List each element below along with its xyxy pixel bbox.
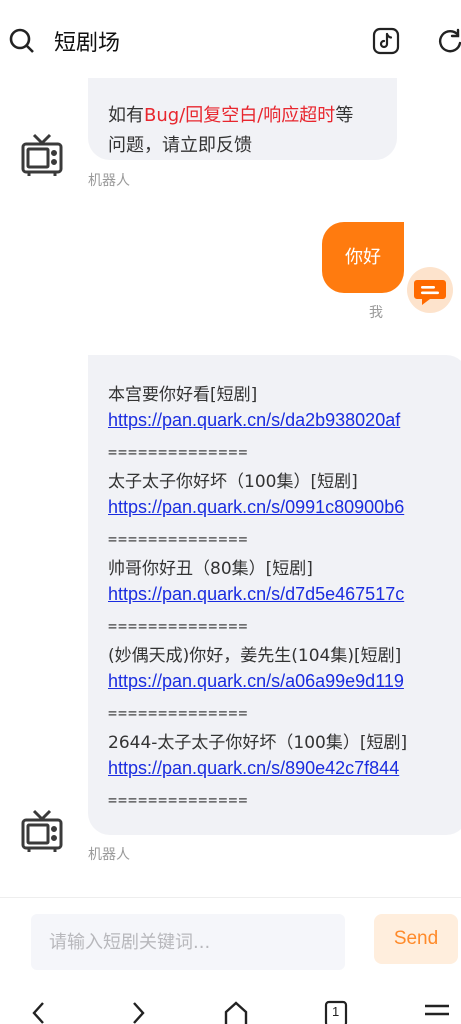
send-button[interactable]: Send [374,914,458,964]
warning-text: Bug/回复空白/响应超时 [144,105,336,126]
result-link[interactable]: https://pan.quark.cn/s/d7d5e467517c [108,584,404,605]
result-link[interactable]: https://pan.quark.cn/s/0991c80900b6 [108,497,404,518]
result-title: 太子太子你好坏（100集）[短剧] [108,472,358,492]
tabs-icon[interactable]: 1 [322,999,352,1024]
user-message-bubble: 你好 [322,222,404,293]
result-title: 本宫要你好看[短剧] [108,385,258,405]
separator: ============== [108,530,249,548]
result-title: 帅哥你好丑（80集）[短剧] [108,559,313,579]
search-icon[interactable] [8,27,36,55]
chat-area[interactable]: 我是短剧机器人 如有Bug/回复空白/响应超时等 问题，请立即反馈 机器人 你好… [0,0,461,895]
user-avatar-chat-icon [406,266,454,314]
separator: ============== [108,617,249,635]
menu-icon[interactable] [422,999,452,1024]
page-title: 短剧场 [54,31,121,56]
separator: ============== [108,443,249,461]
bot-avatar-tv-icon [20,808,64,854]
separator: ============== [108,791,249,809]
bot-results-bubble: 本宫要你好看[短剧] https://pan.quark.cn/s/da2b93… [88,355,461,835]
bot-message-line: 问题，请立即反馈 [108,135,252,156]
sender-label: 机器人 [88,173,130,189]
home-icon[interactable] [221,999,251,1024]
tab-count: 1 [332,1004,340,1019]
bot-avatar-tv-icon [20,132,64,178]
bot-message-line: 如有Bug/回复空白/响应超时等 [108,105,354,126]
top-bar: 短剧场 [0,0,461,78]
refresh-icon[interactable] [436,27,461,55]
keyword-input[interactable] [31,914,345,970]
result-link[interactable]: https://pan.quark.cn/s/a06a99e9d119 [108,671,404,692]
separator: ============== [108,704,249,722]
result-title: 2644-太子太子你好坏（100集）[短剧] [108,733,408,753]
sender-label: 机器人 [88,847,130,863]
result-link[interactable]: https://pan.quark.cn/s/da2b938020af [108,410,400,431]
result-link[interactable]: https://pan.quark.cn/s/890e42c7f844 [108,758,399,779]
forward-icon[interactable] [122,999,152,1024]
sender-label: 我 [369,305,383,321]
browser-nav-bar: 1 [0,985,461,1024]
result-title: (妙偶天成)你好，姜先生(104集)[短剧] [108,646,402,666]
user-message-text: 你好 [345,247,381,268]
tiktok-icon[interactable] [372,27,400,55]
input-bar: Send [0,897,461,985]
back-icon[interactable] [25,999,55,1024]
